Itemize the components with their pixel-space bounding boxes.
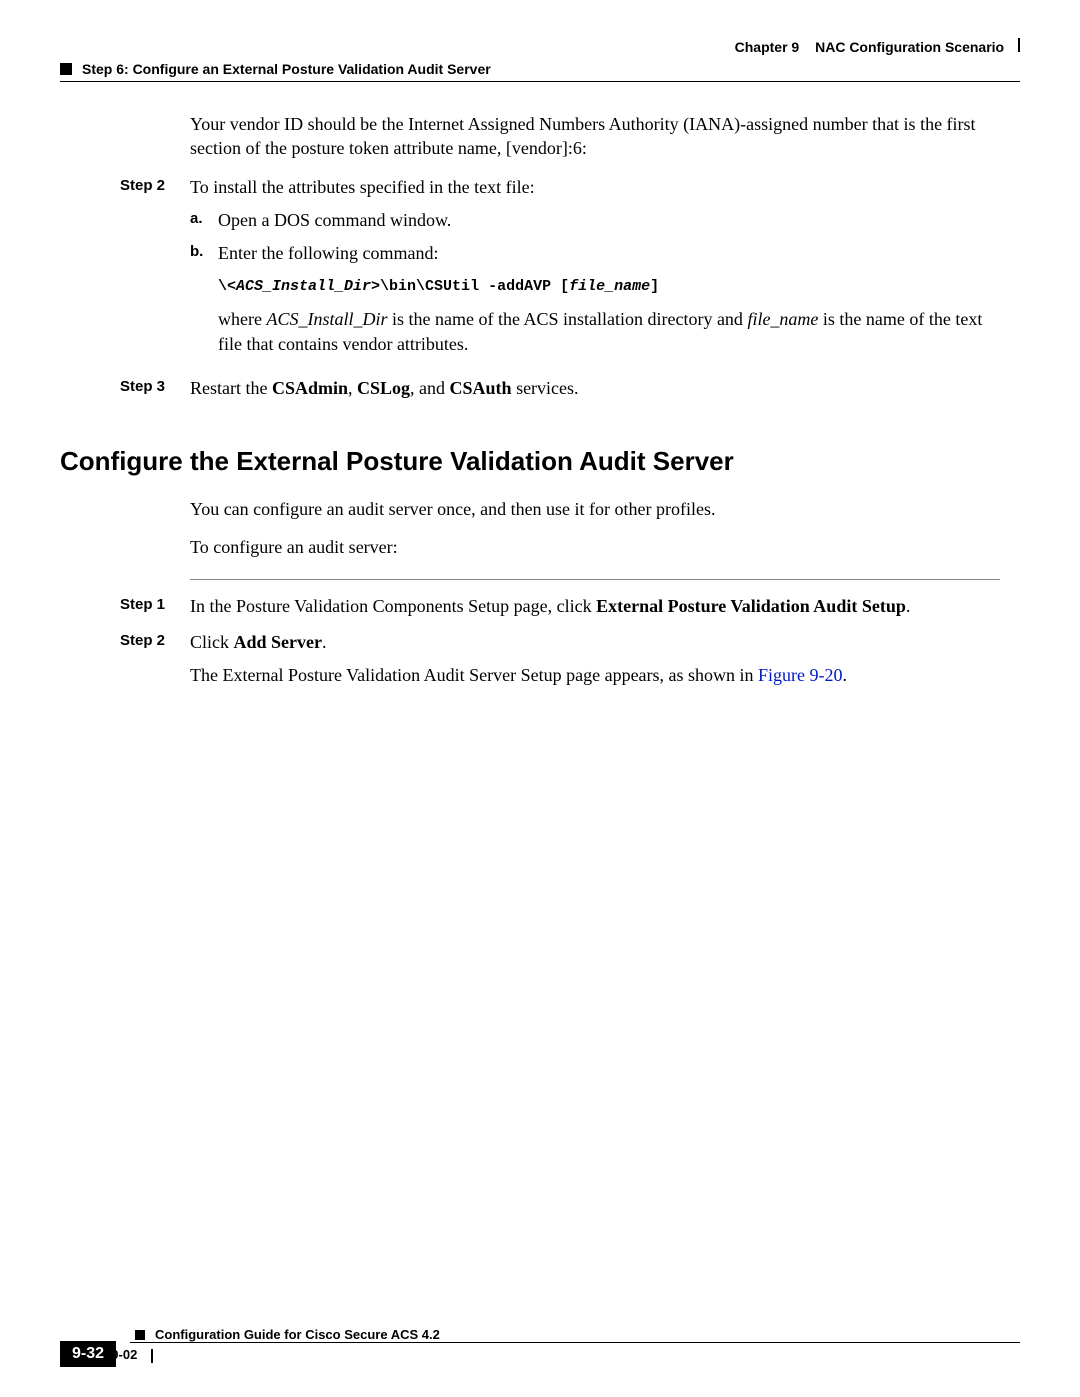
page-number: 9-32 bbox=[60, 1341, 116, 1367]
header-rule-icon bbox=[1018, 38, 1020, 52]
section-step2-after: The External Posture Validation Audit Se… bbox=[190, 663, 1000, 688]
footer-rule-icon bbox=[151, 1349, 153, 1363]
chapter-label: Chapter 9 bbox=[735, 39, 800, 55]
footer-divider bbox=[130, 1342, 1020, 1343]
footer-guide-title: Configuration Guide for Cisco Secure ACS… bbox=[155, 1327, 440, 1342]
sub-b-text: Enter the following command: bbox=[218, 241, 1000, 266]
section-step2-text: Click Add Server. bbox=[190, 630, 1000, 655]
page-header: Chapter 9 NAC Configuration Scenario bbox=[60, 38, 1020, 55]
chapter-title: NAC Configuration Scenario bbox=[815, 39, 1004, 55]
section-step1-label: Step 1 bbox=[120, 594, 190, 613]
section-p1: You can configure an audit server once, … bbox=[190, 497, 1000, 521]
command-line: \<ACS_Install_Dir>\bin\CSUtil -addAVP [f… bbox=[218, 276, 1000, 297]
section-p2: To configure an audit server: bbox=[190, 535, 1000, 559]
running-step-title: Step 6: Configure an External Posture Va… bbox=[60, 61, 1020, 77]
section-step1-row: Step 1 In the Posture Validation Compone… bbox=[190, 594, 1000, 619]
section-heading: Configure the External Posture Validatio… bbox=[60, 446, 1020, 477]
step-2-row: Step 2 To install the attributes specifi… bbox=[190, 175, 1000, 366]
document-page: Chapter 9 NAC Configuration Scenario Ste… bbox=[0, 0, 1080, 1397]
step-title-text: Step 6: Configure an External Posture Va… bbox=[82, 61, 491, 77]
figure-link[interactable]: Figure 9-20 bbox=[758, 665, 843, 685]
page-footer: Configuration Guide for Cisco Secure ACS… bbox=[60, 1327, 1020, 1363]
section-step1-text: In the Posture Validation Components Set… bbox=[190, 594, 1000, 619]
command-explain: where ACS_Install_Dir is the name of the… bbox=[218, 307, 1000, 357]
step-3-label: Step 3 bbox=[120, 376, 190, 395]
section-step2-label: Step 2 bbox=[120, 630, 190, 649]
section-divider bbox=[190, 579, 1000, 580]
section-step2-row: Step 2 Click Add Server. The External Po… bbox=[190, 630, 1000, 688]
intro-paragraph: Your vendor ID should be the Internet As… bbox=[190, 112, 1000, 161]
square-bullet-icon bbox=[60, 63, 72, 75]
step-3-row: Step 3 Restart the CSAdmin, CSLog, and C… bbox=[190, 376, 1000, 401]
step-2-text: To install the attributes specified in t… bbox=[190, 175, 1000, 200]
sub-b-label: b. bbox=[190, 241, 218, 358]
sub-a-label: a. bbox=[190, 208, 218, 233]
main-content: Your vendor ID should be the Internet As… bbox=[60, 112, 1020, 401]
step-2-label: Step 2 bbox=[120, 175, 190, 194]
footer-bullet-icon bbox=[135, 1330, 145, 1340]
header-divider bbox=[60, 81, 1020, 82]
sub-a-text: Open a DOS command window. bbox=[218, 208, 1000, 233]
step-3-text: Restart the CSAdmin, CSLog, and CSAuth s… bbox=[190, 376, 1000, 401]
